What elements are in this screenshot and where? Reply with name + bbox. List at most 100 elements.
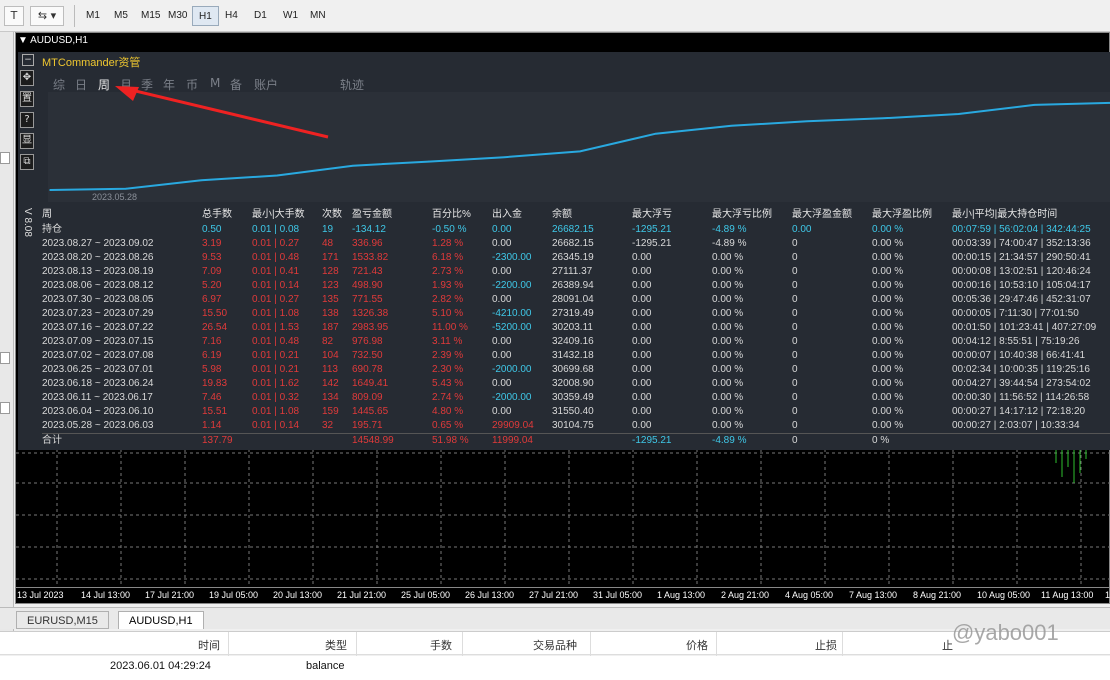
table-cell: 2983.95 [352, 322, 389, 333]
total-row: 合计 137.79 14548.99 51.98 % 11999.04 -1295.21 -… [42, 433, 1110, 447]
table-cell: 0 [792, 420, 798, 431]
table-cell: 0.01 | 1.62 [252, 378, 300, 389]
table-cell: 1533.82 [352, 252, 389, 263]
table-cell: 0.00 [492, 378, 512, 389]
timeframe-d1-button[interactable]: D1 [248, 6, 273, 26]
table-cell: 51.98 % [432, 435, 469, 446]
table-row: 2023.06.04 ~ 2023.06.10 15.51 0.01 | 1.08 1… [42, 405, 1110, 419]
table-cell: 19 [322, 224, 334, 235]
equity-curve-point [806, 120, 808, 123]
window-icon[interactable]: ⧉ [20, 154, 34, 170]
table-cell: 2023.07.30 ~ 2023.08.05 [42, 294, 154, 305]
tab-2[interactable]: 周 [98, 76, 110, 93]
timeframe-m5-button[interactable]: M5 [108, 6, 134, 26]
chart-title: ▼ AUDUSD,H1 [18, 35, 88, 46]
table-cell: 0.00 % [712, 252, 744, 263]
table-cell: 771.55 [352, 294, 383, 305]
table-cell: 732.50 [352, 350, 383, 361]
table-cell: 2.39 % [432, 350, 464, 361]
table-cell: 721.43 [352, 266, 383, 277]
table-cell: 0.01 | 0.21 [252, 350, 300, 361]
table-cell: -2000.00 [492, 364, 532, 375]
table-cell: 27111.37 [552, 266, 593, 277]
table-cell: 690.78 [352, 364, 383, 375]
column-header[interactable]: 时间 [198, 637, 220, 653]
table-cell: -134.12 [352, 224, 386, 235]
table-cell: 0.00 [632, 336, 652, 347]
column-header[interactable]: 类型 [325, 637, 347, 653]
table-cell: 2023.07.09 ~ 2023.07.15 [42, 336, 154, 347]
equity-curve-point [200, 179, 203, 182]
display-icon[interactable]: 显 [20, 133, 34, 149]
column-header[interactable]: 价格 [686, 637, 708, 653]
timeframe-mn-button[interactable]: MN [304, 6, 332, 26]
table-cell: 0.00 % [712, 378, 744, 389]
equity-curve-point [654, 132, 657, 135]
timeframe-h4-button[interactable]: H4 [219, 6, 244, 26]
table-row: 2023.07.09 ~ 2023.07.15 7.16 0.01 | 0.48 82… [42, 335, 1110, 349]
table-cell: -4.89 % [712, 238, 747, 249]
table-cell: 26.54 [202, 322, 228, 333]
time-tick-label: 10 Aug 05:00 [977, 590, 1031, 600]
table-cell: 26682.15 [552, 238, 594, 249]
table-cell: 30359.49 [552, 392, 594, 403]
column-header[interactable]: 手数 [430, 637, 452, 653]
table-cell: 1.93 % [432, 280, 464, 291]
table-cell: 0.01 | 0.48 [252, 252, 300, 263]
table-cell: 2023.07.23 ~ 2023.07.29 [42, 308, 154, 319]
table-cell: 0.00 % [712, 322, 744, 333]
table-cell: 5.20 [202, 280, 222, 291]
table-cell: 0.01 | 0.14 [252, 280, 300, 291]
help-icon[interactable]: ? [20, 112, 34, 128]
table-cell: 32 [322, 420, 334, 431]
tab-1[interactable]: 日 [75, 76, 87, 93]
table-row: 2023.06.18 ~ 2023.06.24 19.83 0.01 | 1.62 1… [42, 377, 1110, 391]
table-cell: 0.00 [632, 378, 652, 389]
timeframe-w1-button[interactable]: W1 [277, 6, 304, 26]
column-header[interactable]: 止损 [815, 637, 837, 653]
table-cell: 2.30 % [432, 364, 464, 375]
table-cell: 0.00 % [712, 420, 744, 431]
table-cell: 0.00 [632, 252, 652, 263]
table-cell: 0.00 % [712, 336, 744, 347]
timeframe-m1-button[interactable]: M1 [80, 6, 106, 26]
table-cell: 0 [792, 336, 798, 347]
column-header[interactable]: 交易品种 [533, 637, 577, 653]
holding-row: 持仓 0.50 0.01 | 0.08 19 -134.12 -0.50 % 0.00 266… [42, 223, 1110, 237]
table-cell: 15.51 [202, 406, 228, 417]
table-cell: 次数 [322, 209, 342, 220]
left-strip-marker [0, 352, 10, 364]
panel-minimize-button[interactable]: − [22, 54, 34, 66]
timeframe-h1-button[interactable]: H1 [192, 6, 219, 26]
equity-curve-point [882, 117, 884, 120]
annotation-arrow [115, 86, 329, 139]
tab-0[interactable]: 综 [53, 76, 65, 93]
table-cell: 2023.05.28 ~ 2023.06.03 [42, 420, 154, 431]
equity-curve-point [124, 188, 127, 190]
tab-10[interactable]: 轨迹 [340, 76, 364, 93]
table-row[interactable]: 2023.06.01 04:29:24 balance [0, 656, 1110, 680]
table-cell: 135 [322, 294, 339, 305]
table-cell: 2023.06.18 ~ 2023.06.24 [42, 378, 154, 389]
text-tool-icon[interactable]: T [4, 6, 24, 26]
table-cell: 00:00:07 | 10:40:38 | 66:41:41 [952, 350, 1086, 361]
table-cell: 14548.99 [352, 435, 394, 446]
table-cell: 27319.49 [552, 308, 594, 319]
table-cell: 48 [322, 238, 334, 249]
settings-icon[interactable]: 置 [20, 91, 34, 107]
equity-curve-point [503, 156, 506, 158]
table-cell: -2000.00 [492, 392, 532, 403]
table-cell: 0.00 [632, 420, 652, 431]
table-cell: 2.82 % [432, 294, 464, 305]
chart-tab-0[interactable]: EURUSD,M15 [16, 611, 109, 629]
table-cell: 0.00 % [872, 266, 904, 277]
object-tools-dropdown[interactable]: ⇆ ▾ [30, 6, 64, 26]
table-cell: 3.19 [202, 238, 222, 249]
timeframe-m30-button[interactable]: M30 [162, 6, 193, 26]
time-tick-label: 19 Jul 05:00 [209, 590, 259, 600]
move-icon[interactable]: ✥ [20, 70, 34, 86]
table-cell: 0.00 [492, 294, 512, 305]
table-cell: 0.00 % [872, 308, 904, 319]
table-row: 2023.08.20 ~ 2023.08.26 9.53 0.01 | 0.48 17… [42, 251, 1110, 265]
chart-tab-1[interactable]: AUDUSD,H1 [118, 611, 204, 629]
